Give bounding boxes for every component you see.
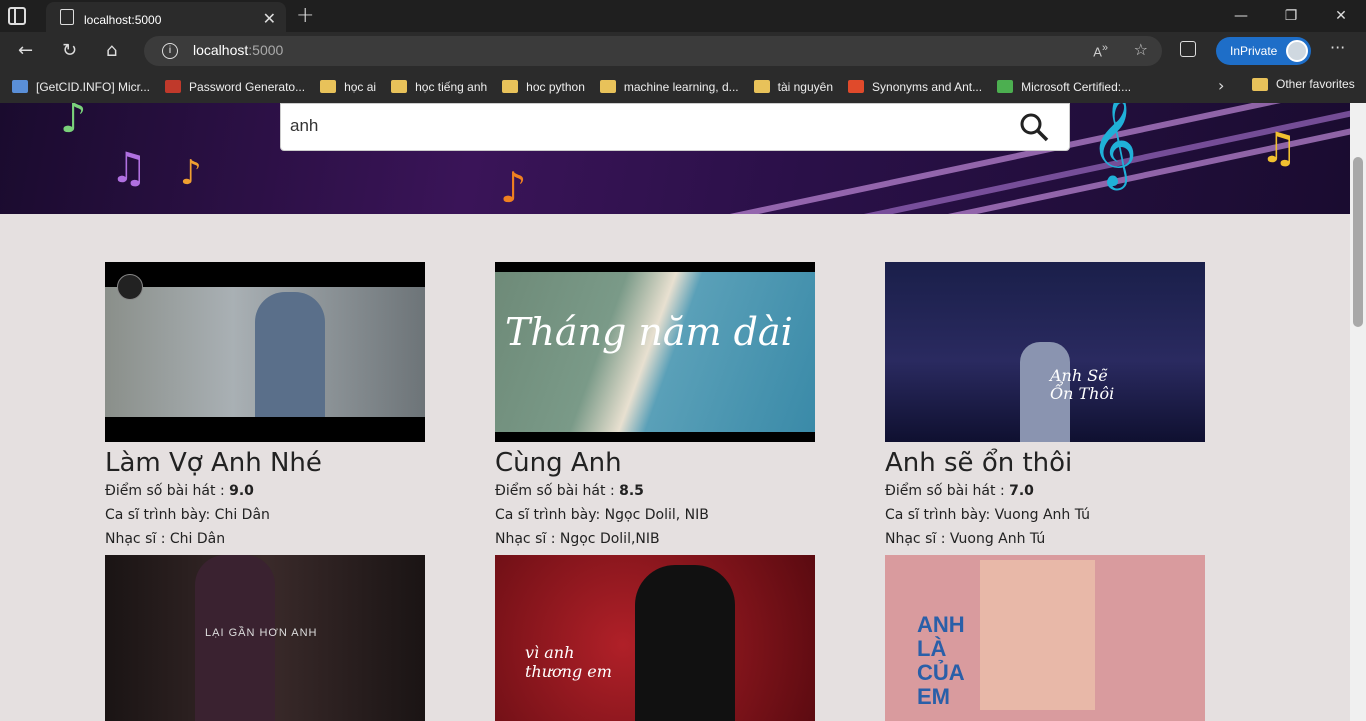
music-note-icon: ♪ (500, 163, 527, 212)
close-tab-icon[interactable]: ✕ (263, 9, 276, 28)
folder-icon (753, 80, 770, 93)
song-title[interactable]: Cùng Anh (495, 447, 815, 479)
tab-actions-icon[interactable] (8, 7, 26, 25)
favorite-item[interactable]: hoc python (502, 80, 585, 94)
song-composer: Nhạc sĩ : Chi Dân (105, 531, 226, 547)
music-note-icon: ♫ (110, 143, 148, 192)
page-icon (60, 9, 74, 25)
folder-icon (1252, 77, 1268, 91)
song-composer: Nhạc sĩ : Vuong Anh Tú (885, 531, 1046, 547)
tab-bar: localhost:5000 ✕ + — ❐ ✕ (0, 0, 1366, 32)
music-note-icon: ♪ (60, 103, 87, 142)
song-thumbnail[interactable]: Tháng năm dài (495, 262, 815, 442)
song-thumbnail[interactable] (105, 262, 425, 442)
more-menu-icon[interactable]: ··· (1330, 38, 1345, 57)
favorite-item[interactable]: học ai (320, 80, 376, 94)
thesaurus-icon (848, 80, 865, 93)
info-icon[interactable]: i (162, 43, 178, 59)
nav-bar: ← ↻ ⌂ i localhost:5000 A» ☆ InPrivate ··… (0, 32, 1366, 70)
minimize-button[interactable]: — (1216, 0, 1266, 32)
song-card[interactable]: ANH LÀ CỦA EM (885, 555, 1205, 721)
song-title[interactable]: Làm Vợ Anh Nhé (105, 447, 425, 479)
song-card[interactable]: LẠI GẦN HƠN ANH (105, 555, 425, 721)
favorite-item[interactable]: học tiếng anh (391, 80, 487, 94)
other-favorites[interactable]: Other favorites (1252, 77, 1355, 91)
home-button[interactable]: ⌂ (106, 40, 117, 61)
song-score: Điểm số bài hát : 8.5 (495, 483, 644, 499)
scrollbar[interactable] (1350, 103, 1366, 721)
song-card[interactable]: Anh Sẽ Ổn Thôi Anh sẽ ổn thôi Điểm số bà… (885, 262, 1205, 551)
favorite-item[interactable]: tài nguyên (753, 80, 833, 94)
folder-icon (502, 80, 519, 93)
read-aloud-icon[interactable]: A» (1093, 42, 1108, 59)
url-text: localhost:5000 (193, 42, 284, 58)
browser-tab[interactable]: localhost:5000 ✕ (46, 2, 286, 32)
music-note-icon: ♪ (180, 153, 202, 193)
microsoft-icon (997, 80, 1014, 93)
close-window-button[interactable]: ✕ (1316, 0, 1366, 32)
collections-icon[interactable] (1180, 41, 1196, 57)
favorite-item[interactable]: machine learning, d... (599, 80, 739, 94)
page-icon (12, 80, 28, 93)
song-score: Điểm số bài hát : 7.0 (885, 483, 1034, 499)
inprivate-button[interactable]: InPrivate (1216, 37, 1311, 65)
music-note-icon: 𝄞 (1090, 103, 1138, 186)
page-content: ♪ ♫ ♪ ♪ 𝄞 ♫ anh Làm Vợ Anh Nhé Điểm số b… (0, 103, 1350, 721)
search-box[interactable]: anh (280, 103, 1070, 151)
song-thumbnail[interactable]: ANH LÀ CỦA EM (885, 555, 1205, 721)
tab-title: localhost:5000 (84, 12, 162, 27)
chevron-right-icon[interactable]: › (1218, 76, 1224, 95)
song-score: Điểm số bài hát : 9.0 (105, 483, 254, 499)
search-input[interactable]: anh (290, 116, 318, 136)
favorites-bar: [GetCID.INFO] Micr... Password Generato..… (0, 70, 1366, 103)
avatar (1286, 40, 1308, 62)
song-card[interactable]: Làm Vợ Anh Nhé Điểm số bài hát : 9.0 Ca … (105, 262, 425, 551)
folder-icon (320, 80, 337, 93)
music-note-icon: ♫ (1260, 123, 1298, 172)
address-bar[interactable]: i localhost:5000 A» ☆ (144, 36, 1162, 66)
song-singer: Ca sĩ trình bày: Chi Dân (105, 507, 270, 523)
song-singer: Ca sĩ trình bày: Ngọc Dolil, NIB (495, 507, 709, 523)
favorite-item[interactable]: Microsoft Certified:... (997, 80, 1131, 94)
scrollbar-thumb[interactable] (1353, 157, 1363, 327)
song-singer: Ca sĩ trình bày: Vuong Anh Tú (885, 507, 1091, 523)
refresh-button[interactable]: ↻ (62, 40, 77, 61)
folder-icon (599, 80, 616, 93)
back-button[interactable]: ← (18, 40, 33, 61)
folder-icon (391, 80, 408, 93)
favorite-item[interactable]: [GetCID.INFO] Micr... (12, 80, 150, 94)
new-tab-button[interactable]: + (296, 3, 314, 28)
add-favorite-icon[interactable]: ☆ (1134, 40, 1148, 59)
music-banner: ♪ ♫ ♪ ♪ 𝄞 ♫ anh (0, 103, 1350, 214)
song-thumbnail[interactable]: LẠI GẦN HƠN ANH (105, 555, 425, 721)
song-title[interactable]: Anh sẽ ổn thôi (885, 447, 1205, 479)
song-composer: Nhạc sĩ : Ngọc Dolil,NIB (495, 531, 660, 547)
search-icon[interactable] (1019, 112, 1049, 142)
browser-chrome: localhost:5000 ✕ + — ❐ ✕ ← ↻ ⌂ i localho… (0, 0, 1366, 103)
password-icon (165, 80, 182, 93)
song-card[interactable]: Tháng năm dài Cùng Anh Điểm số bài hát :… (495, 262, 815, 551)
song-thumbnail[interactable]: vì anh thương em (495, 555, 815, 721)
song-card[interactable]: vì anh thương em (495, 555, 815, 721)
song-thumbnail[interactable]: Anh Sẽ Ổn Thôi (885, 262, 1205, 442)
restore-button[interactable]: ❐ (1266, 0, 1316, 32)
favorite-item[interactable]: Synonyms and Ant... (848, 80, 982, 94)
favorite-item[interactable]: Password Generato... (165, 80, 305, 94)
